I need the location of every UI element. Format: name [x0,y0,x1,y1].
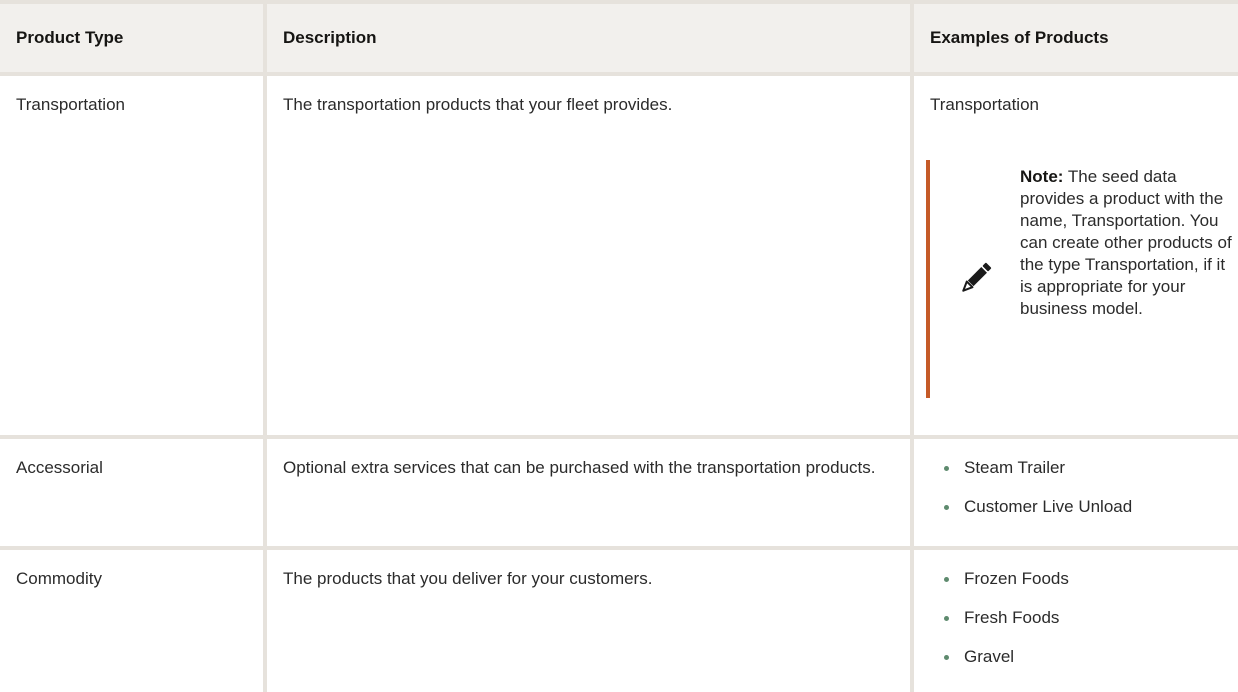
note-text: Note: The seed data provides a product w… [1020,166,1238,320]
examples-list: Steam Trailer Customer Live Unload [930,457,1226,518]
list-item: Fresh Foods [930,607,1226,629]
bullet-icon [944,505,949,510]
examples-list: Frozen Foods Fresh Foods Gravel [930,568,1226,668]
example-text: Transportation [930,95,1039,114]
cell-description: Optional extra services that can be purc… [263,435,914,550]
bullet-icon [944,577,949,582]
cell-examples: Frozen Foods Fresh Foods Gravel [910,546,1238,692]
cell-product-type: Commodity [0,546,267,692]
header-row: Product Type Description Examples of Pro… [0,0,1238,76]
list-item: Gravel [930,646,1226,668]
table-row: Commodity The products that you deliver … [0,546,1238,692]
table-header: Product Type Description Examples of Pro… [0,0,1238,76]
cell-product-type: Accessorial [0,435,267,550]
table-row: Accessorial Optional extra services that… [0,435,1238,550]
note-callout: Note: The seed data provides a product w… [926,160,1238,398]
list-item: Customer Live Unload [930,496,1226,518]
list-item: Steam Trailer [930,457,1226,479]
cell-description: The products that you deliver for your c… [263,546,914,692]
bullet-icon [944,466,949,471]
note-body: The seed data provides a product with th… [1020,167,1232,318]
header-examples: Examples of Products [910,0,1238,76]
cell-product-type: Transportation [0,72,267,439]
bullet-icon [944,655,949,660]
pencil-icon [962,262,992,292]
list-item: Frozen Foods [930,568,1226,590]
cell-examples: Steam Trailer Customer Live Unload [910,435,1238,550]
cell-description: The transportation products that your fl… [263,72,914,439]
note-label: Note: [1020,167,1064,186]
header-product-type: Product Type [0,0,267,76]
header-description: Description [263,0,914,76]
bullet-icon [944,616,949,621]
